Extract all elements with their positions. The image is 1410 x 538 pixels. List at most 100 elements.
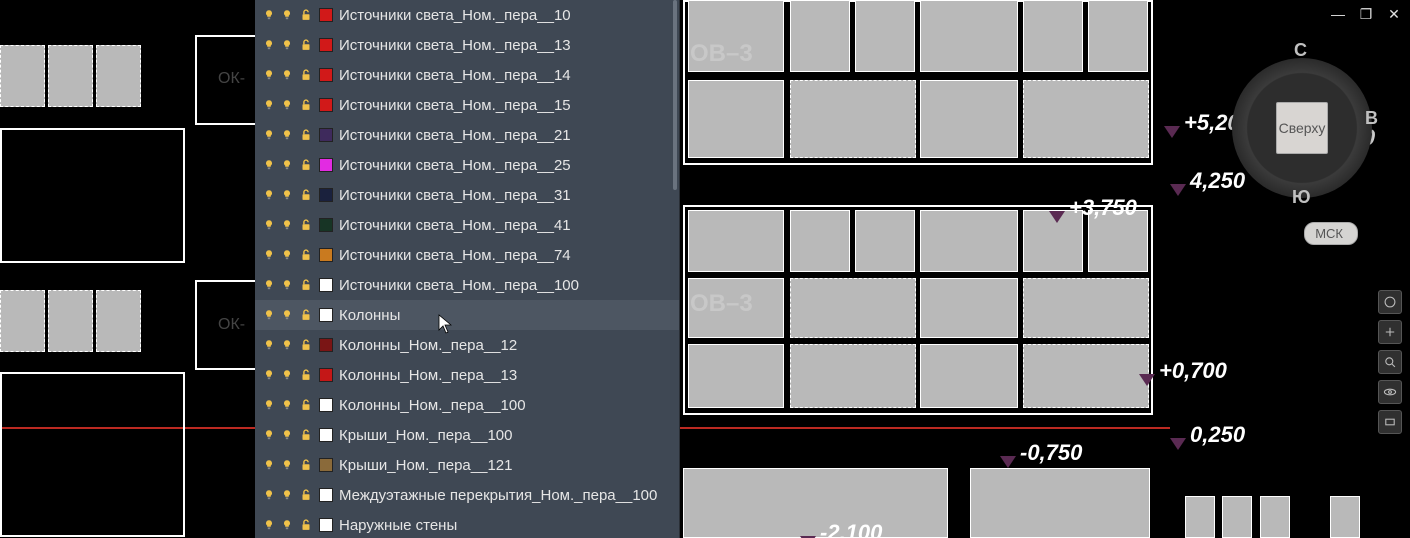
layer-row[interactable]: Источники света_Ном._пера__10 <box>255 0 679 30</box>
layer-row[interactable]: Колонны <box>255 300 679 330</box>
layer-visibility-icon[interactable] <box>263 339 275 351</box>
layer-row[interactable]: Источники света_Ном._пера__31 <box>255 180 679 210</box>
layer-lock-icon[interactable] <box>299 338 313 352</box>
layer-row[interactable]: Источники света_Ном._пера__74 <box>255 240 679 270</box>
layer-row[interactable]: Наружные стены <box>255 510 679 538</box>
wcs-badge[interactable]: МСК <box>1304 222 1358 245</box>
layer-visibility-icon[interactable] <box>263 129 275 141</box>
nav-wheel-icon[interactable] <box>1378 290 1402 314</box>
layer-visibility-icon[interactable] <box>263 9 275 21</box>
layer-lock-icon[interactable] <box>299 188 313 202</box>
layer-lock-icon[interactable] <box>299 488 313 502</box>
window-maximize-button[interactable]: ❐ <box>1356 6 1376 22</box>
layer-freeze-icon[interactable] <box>281 339 293 351</box>
layer-freeze-icon[interactable] <box>281 309 293 321</box>
layer-color-swatch[interactable] <box>319 98 333 112</box>
window-close-button[interactable]: ✕ <box>1384 6 1404 22</box>
layer-visibility-icon[interactable] <box>263 489 275 501</box>
layer-lock-icon[interactable] <box>299 8 313 22</box>
layer-color-swatch[interactable] <box>319 488 333 502</box>
layer-freeze-icon[interactable] <box>281 459 293 471</box>
layer-freeze-icon[interactable] <box>281 429 293 441</box>
layer-visibility-icon[interactable] <box>263 399 275 411</box>
layer-row[interactable]: Крыши_Ном._пера__100 <box>255 420 679 450</box>
layer-row[interactable]: Колонны_Ном._пера__100 <box>255 390 679 420</box>
layer-lock-icon[interactable] <box>299 158 313 172</box>
layer-visibility-icon[interactable] <box>263 159 275 171</box>
layer-color-swatch[interactable] <box>319 38 333 52</box>
layer-row[interactable]: Крыши_Ном._пера__121 <box>255 450 679 480</box>
layer-lock-icon[interactable] <box>299 98 313 112</box>
view-cube[interactable]: Сверху С В Ю З <box>1232 40 1372 200</box>
layer-row[interactable]: Источники света_Ном._пера__41 <box>255 210 679 240</box>
layer-row[interactable]: Источники света_Ном._пера__15 <box>255 90 679 120</box>
layer-freeze-icon[interactable] <box>281 249 293 261</box>
layer-freeze-icon[interactable] <box>281 99 293 111</box>
layer-lock-icon[interactable] <box>299 218 313 232</box>
layer-color-swatch[interactable] <box>319 68 333 82</box>
layer-visibility-icon[interactable] <box>263 279 275 291</box>
layer-lock-icon[interactable] <box>299 128 313 142</box>
layer-color-swatch[interactable] <box>319 188 333 202</box>
layer-freeze-icon[interactable] <box>281 129 293 141</box>
layer-visibility-icon[interactable] <box>263 189 275 201</box>
layer-row[interactable]: Колонны_Ном._пера__12 <box>255 330 679 360</box>
layer-color-swatch[interactable] <box>319 458 333 472</box>
layer-row[interactable]: Источники света_Ном._пера__25 <box>255 150 679 180</box>
layer-visibility-icon[interactable] <box>263 69 275 81</box>
layer-lock-icon[interactable] <box>299 368 313 382</box>
layer-visibility-icon[interactable] <box>263 249 275 261</box>
layer-freeze-icon[interactable] <box>281 279 293 291</box>
layer-freeze-icon[interactable] <box>281 9 293 21</box>
layer-visibility-icon[interactable] <box>263 369 275 381</box>
layer-row[interactable]: Источники света_Ном._пера__14 <box>255 60 679 90</box>
layer-row[interactable]: Колонны_Ном._пера__13 <box>255 360 679 390</box>
layer-freeze-icon[interactable] <box>281 219 293 231</box>
pan-icon[interactable] <box>1378 320 1402 344</box>
view-cube-face-top[interactable]: Сверху <box>1276 102 1328 154</box>
layer-visibility-icon[interactable] <box>263 519 275 531</box>
layer-color-swatch[interactable] <box>319 368 333 382</box>
layer-color-swatch[interactable] <box>319 278 333 292</box>
layer-color-swatch[interactable] <box>319 158 333 172</box>
layer-color-swatch[interactable] <box>319 8 333 22</box>
layer-row[interactable]: Источники света_Ном._пера__21 <box>255 120 679 150</box>
layer-row[interactable]: Источники света_Ном._пера__13 <box>255 30 679 60</box>
layer-freeze-icon[interactable] <box>281 189 293 201</box>
zoom-icon[interactable] <box>1378 350 1402 374</box>
layer-lock-icon[interactable] <box>299 68 313 82</box>
layer-visibility-icon[interactable] <box>263 429 275 441</box>
layer-freeze-icon[interactable] <box>281 69 293 81</box>
layer-color-swatch[interactable] <box>319 308 333 322</box>
layer-color-swatch[interactable] <box>319 398 333 412</box>
layer-color-swatch[interactable] <box>319 128 333 142</box>
layer-freeze-icon[interactable] <box>281 489 293 501</box>
layer-color-swatch[interactable] <box>319 338 333 352</box>
layer-freeze-icon[interactable] <box>281 369 293 381</box>
layer-color-swatch[interactable] <box>319 218 333 232</box>
layer-lock-icon[interactable] <box>299 278 313 292</box>
layer-lock-icon[interactable] <box>299 308 313 322</box>
layer-lock-icon[interactable] <box>299 248 313 262</box>
layer-color-swatch[interactable] <box>319 428 333 442</box>
window-minimize-button[interactable]: — <box>1328 6 1348 22</box>
showmotion-icon[interactable] <box>1378 410 1402 434</box>
layer-row[interactable]: Источники света_Ном._пера__100 <box>255 270 679 300</box>
orbit-icon[interactable] <box>1378 380 1402 404</box>
layer-color-swatch[interactable] <box>319 518 333 532</box>
layer-freeze-icon[interactable] <box>281 399 293 411</box>
layer-lock-icon[interactable] <box>299 518 313 532</box>
layer-lock-icon[interactable] <box>299 398 313 412</box>
layer-freeze-icon[interactable] <box>281 519 293 531</box>
layer-visibility-icon[interactable] <box>263 219 275 231</box>
layer-dropdown-panel[interactable]: Источники света_Ном._пера__10Источники с… <box>255 0 680 538</box>
layer-lock-icon[interactable] <box>299 458 313 472</box>
layer-visibility-icon[interactable] <box>263 459 275 471</box>
layer-color-swatch[interactable] <box>319 248 333 262</box>
layer-visibility-icon[interactable] <box>263 309 275 321</box>
layer-lock-icon[interactable] <box>299 428 313 442</box>
layer-visibility-icon[interactable] <box>263 99 275 111</box>
layer-freeze-icon[interactable] <box>281 159 293 171</box>
layer-visibility-icon[interactable] <box>263 39 275 51</box>
layer-lock-icon[interactable] <box>299 38 313 52</box>
